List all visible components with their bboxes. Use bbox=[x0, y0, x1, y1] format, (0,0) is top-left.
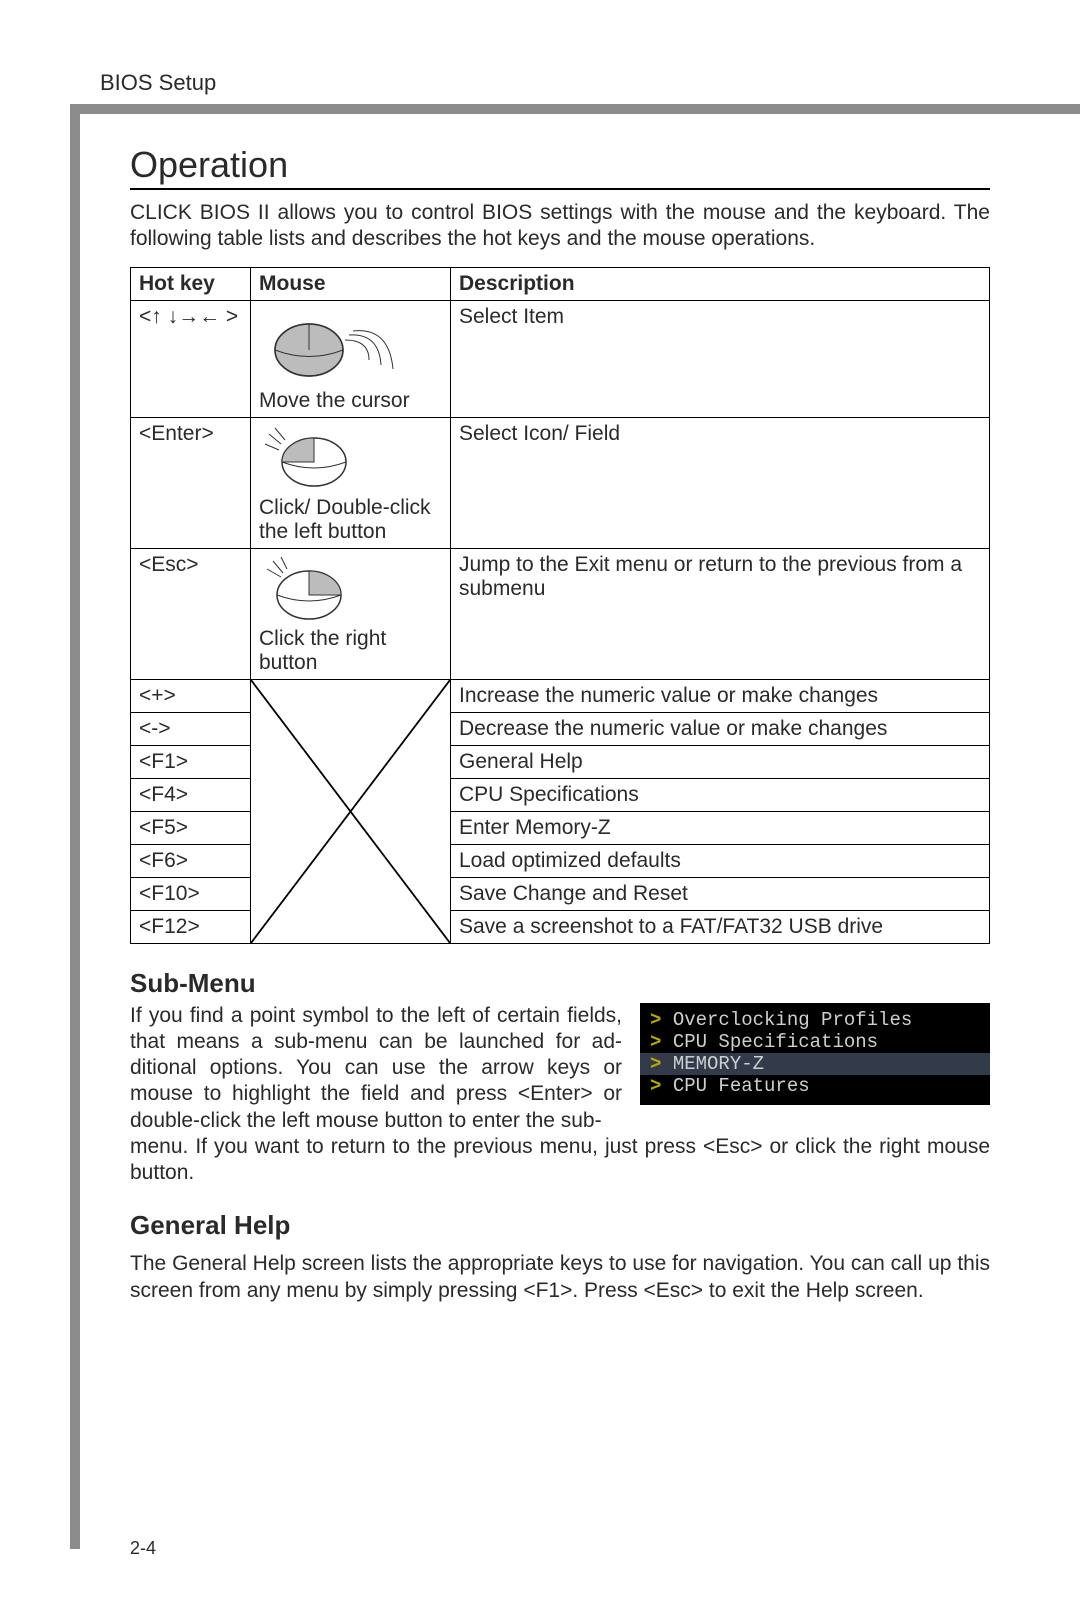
intro-paragraph: CLICK BIOS II allows you to control BIOS… bbox=[130, 200, 990, 253]
table-header-row: Hot key Mouse Description bbox=[131, 267, 990, 300]
cell-desc: Increase the numeric value or make chang… bbox=[451, 679, 990, 712]
bios-line: > CPU Features bbox=[650, 1075, 980, 1097]
mouse-caption: Click/ Double-click the left button bbox=[259, 496, 442, 544]
submenu-text-left: If you find a point symbol to the left o… bbox=[130, 1003, 622, 1134]
bios-label: CPU Features bbox=[673, 1075, 810, 1097]
mouse-caption: Move the cursor bbox=[259, 389, 410, 413]
cell-desc: CPU Specifications bbox=[451, 778, 990, 811]
chevron-right-icon: > bbox=[650, 1009, 673, 1031]
bios-line: > CPU Specifications bbox=[650, 1031, 980, 1053]
th-desc: Description bbox=[451, 267, 990, 300]
bios-label: CPU Specifications bbox=[673, 1031, 878, 1053]
cell-desc: Decrease the numeric value or make chang… bbox=[451, 712, 990, 745]
cell-hotkey: <↑ ↓→← > bbox=[131, 300, 251, 417]
table-row: <+> Increase the numeric value or make c… bbox=[131, 679, 990, 712]
cell-hotkey: <F4> bbox=[131, 778, 251, 811]
mouse-right-click-icon bbox=[259, 553, 359, 623]
cell-desc: Save a screenshot to a FAT/FAT32 USB dri… bbox=[451, 910, 990, 943]
bios-line-selected: > MEMORY-Z bbox=[640, 1053, 990, 1075]
cell-desc: Enter Memory-Z bbox=[451, 811, 990, 844]
cell-desc: Select Icon/ Field bbox=[451, 417, 990, 548]
cell-desc: General Help bbox=[451, 745, 990, 778]
chevron-right-icon: > bbox=[650, 1031, 673, 1053]
page-number: 2-4 bbox=[130, 1538, 156, 1559]
cell-hotkey: <F10> bbox=[131, 877, 251, 910]
cross-na-icon bbox=[251, 680, 450, 943]
bios-line: > Overclocking Profiles bbox=[650, 1009, 980, 1031]
cell-mouse: Click/ Double-click the left button bbox=[251, 417, 451, 548]
vertical-rule bbox=[70, 108, 80, 1549]
general-help-text: The General Help screen lists the approp… bbox=[130, 1251, 990, 1304]
th-mouse: Mouse bbox=[251, 267, 451, 300]
cell-hotkey: <F12> bbox=[131, 910, 251, 943]
page-title: Operation bbox=[130, 144, 990, 190]
cell-hotkey: <Esc> bbox=[131, 548, 251, 679]
table-row: <Enter> Click/ Double-click the left bbox=[131, 417, 990, 548]
bios-label: Overclocking Profiles bbox=[673, 1009, 912, 1031]
mouse-move-icon bbox=[259, 305, 399, 385]
cell-desc: Save Change and Reset bbox=[451, 877, 990, 910]
chevron-right-icon: > bbox=[650, 1053, 673, 1075]
cell-mouse: Move the cursor bbox=[251, 300, 451, 417]
chapter-header: BIOS Setup bbox=[100, 70, 1000, 96]
cell-hotkey: <F5> bbox=[131, 811, 251, 844]
cell-mouse: Click the right button bbox=[251, 548, 451, 679]
hotkey-table: Hot key Mouse Description <↑ ↓→← > bbox=[130, 267, 990, 944]
content-area: Operation CLICK BIOS II allows you to co… bbox=[130, 144, 990, 1304]
general-help-heading: General Help bbox=[130, 1210, 990, 1241]
cell-desc: Select Item bbox=[451, 300, 990, 417]
submenu-block: If you find a point symbol to the left o… bbox=[130, 1003, 990, 1134]
cell-hotkey: <Enter> bbox=[131, 417, 251, 548]
cell-hotkey: <F6> bbox=[131, 844, 251, 877]
bios-submenu-screenshot: > Overclocking Profiles > CPU Specificat… bbox=[640, 1003, 990, 1105]
cell-desc: Jump to the Exit menu or return to the p… bbox=[451, 548, 990, 679]
cell-mouse-na bbox=[251, 679, 451, 943]
th-hotkey: Hot key bbox=[131, 267, 251, 300]
mouse-left-click-icon bbox=[259, 422, 359, 492]
table-row: <↑ ↓→← > Move the cursor bbox=[131, 300, 990, 417]
submenu-text-continue: menu. If you want to return to the previ… bbox=[130, 1134, 990, 1187]
cell-hotkey: <-> bbox=[131, 712, 251, 745]
cell-desc: Load optimized defaults bbox=[451, 844, 990, 877]
bios-label: MEMORY-Z bbox=[673, 1053, 764, 1075]
mouse-caption: Click the right button bbox=[259, 627, 442, 675]
horizontal-rule bbox=[70, 104, 1080, 114]
cell-hotkey: <F1> bbox=[131, 745, 251, 778]
chevron-right-icon: > bbox=[650, 1075, 673, 1097]
submenu-heading: Sub-Menu bbox=[130, 968, 990, 999]
table-row: <Esc> Click the right button bbox=[131, 548, 990, 679]
cell-hotkey: <+> bbox=[131, 679, 251, 712]
page: BIOS Setup Operation CLICK BIOS II allow… bbox=[0, 0, 1080, 1619]
